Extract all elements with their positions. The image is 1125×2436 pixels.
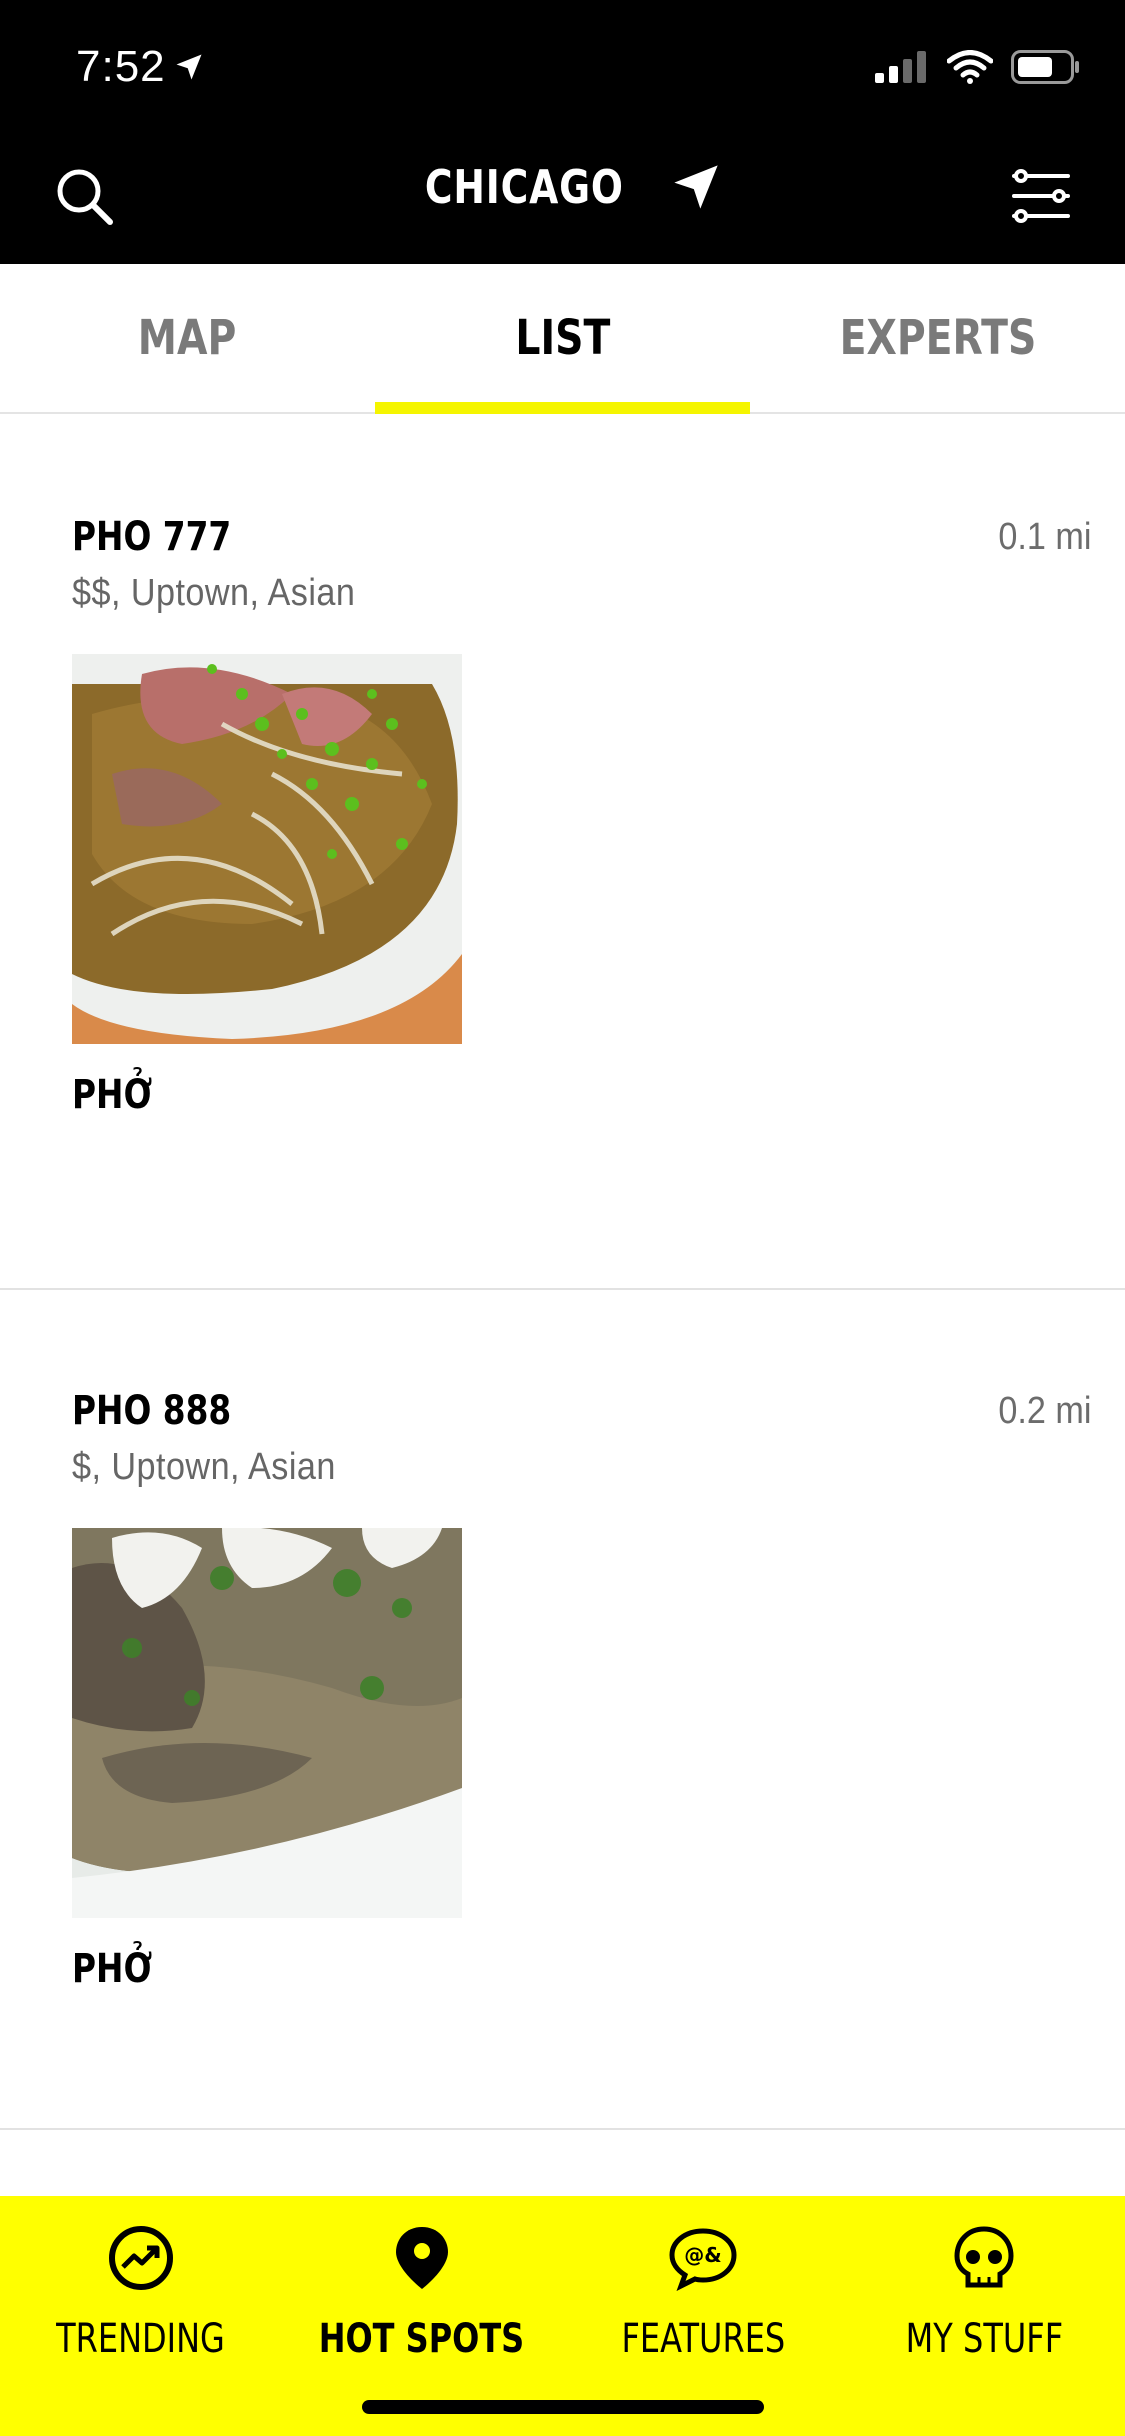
place-meta: $, Uptown, Asian <box>72 1446 336 1488</box>
pho-bowl-image <box>72 1528 462 1918</box>
location-arrow-icon <box>176 54 202 80</box>
nav-my-stuff-label: MY STUFF <box>905 2316 1064 2362</box>
city-selector[interactable]: CHICAGO <box>0 160 1125 214</box>
status-time-text: 7:52 <box>76 42 166 91</box>
status-indicators <box>875 50 1081 84</box>
tab-experts[interactable]: EXPERTS <box>750 264 1125 412</box>
location-arrow-icon <box>674 165 718 209</box>
places-list: PHO 777 $$, Uptown, Asian 0.1 mi PHỞ PHO… <box>0 416 1125 2130</box>
nav-hot-spots-label: HOT SPOTS <box>319 2316 525 2362</box>
home-indicator[interactable] <box>362 2400 764 2414</box>
trending-icon <box>103 2220 179 2296</box>
pho-bowl-image <box>72 654 462 1044</box>
filter-button[interactable] <box>1009 164 1073 228</box>
top-bar: 7:52 CHICAGO <box>0 0 1125 264</box>
tab-map[interactable]: MAP <box>0 264 375 412</box>
nav-my-stuff[interactable]: MY STUFF <box>844 2196 1125 2436</box>
tab-map-label: MAP <box>138 310 237 366</box>
signal-icon <box>875 51 926 83</box>
tab-list[interactable]: LIST <box>375 264 750 414</box>
bottom-nav: TRENDING HOT SPOTS @& FEATURES MY STUFF <box>0 2196 1125 2436</box>
list-item[interactable]: PHO 777 $$, Uptown, Asian 0.1 mi PHỞ <box>0 416 1125 1290</box>
place-distance: 0.1 mi <box>997 516 1091 558</box>
filter-sliders-icon <box>1012 169 1070 223</box>
svg-text:@&: @& <box>684 2243 721 2267</box>
dish-name: PHỞ <box>72 1946 153 1992</box>
place-meta: $$, Uptown, Asian <box>72 572 356 614</box>
nav-features-label: FEATURES <box>621 2316 786 2362</box>
wifi-icon <box>947 50 993 84</box>
dish-photo[interactable] <box>72 654 462 1044</box>
view-tabs: MAP LIST EXPERTS <box>0 264 1125 414</box>
battery-icon <box>1011 50 1079 84</box>
dish-photo[interactable] <box>72 1528 462 1918</box>
skull-icon <box>946 2220 1022 2296</box>
status-time: 7:52 <box>76 42 204 92</box>
nav-trending[interactable]: TRENDING <box>0 2196 281 2436</box>
map-pin-icon <box>384 2220 460 2296</box>
dish-name: PHỞ <box>72 1072 153 1118</box>
list-item[interactable]: PHO 888 $, Uptown, Asian 0.2 mi PHỞ <box>0 1290 1125 2130</box>
place-name: PHO 888 <box>72 1388 232 1434</box>
nav-trending-label: TRENDING <box>56 2316 225 2362</box>
city-name: CHICAGO <box>425 160 624 214</box>
tab-experts-label: EXPERTS <box>839 310 1036 366</box>
place-distance: 0.2 mi <box>997 1390 1091 1432</box>
chat-bubbles-icon: @& <box>665 2220 741 2296</box>
tab-list-label: LIST <box>515 310 610 366</box>
place-name: PHO 777 <box>72 514 232 560</box>
